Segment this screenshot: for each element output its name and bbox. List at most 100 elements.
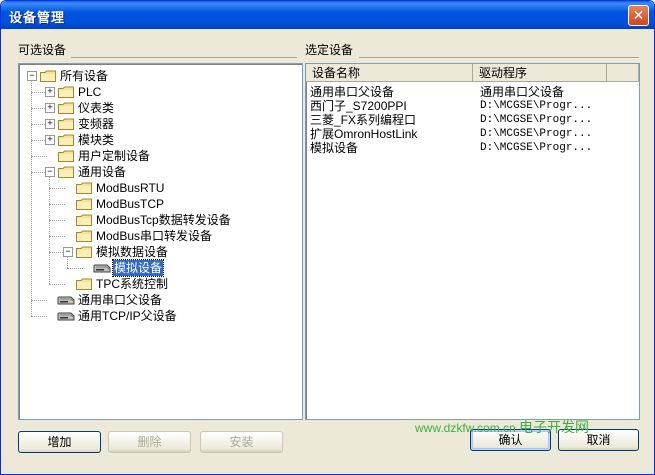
- tree-item-label: ModBus串口转发设备: [96, 229, 213, 243]
- tree-item[interactable]: 通用TCP/IP父设备: [19, 308, 299, 324]
- tree-item[interactable]: − 所有设备: [19, 68, 299, 84]
- device-icon: [57, 311, 75, 321]
- tree-item[interactable]: − 通用设备: [19, 164, 299, 180]
- folder-icon: [58, 134, 74, 146]
- tree-item-label: 通用串口父设备: [78, 293, 163, 307]
- folder-icon: [76, 182, 92, 194]
- watermark-site: 电子开发网: [519, 419, 590, 435]
- column-header-driver[interactable]: 驱动程序: [473, 64, 607, 82]
- selected-devices-list[interactable]: 设备名称 驱动程序 通用串口父设备 通用串口父设备 西门子_S7200PPI D:\M…: [305, 63, 640, 420]
- tree-connector: [31, 156, 47, 157]
- tree-trunk-line: [67, 256, 68, 268]
- device-name-cell: 三菱_FX系列编程口: [310, 113, 417, 127]
- column-header-filler: [607, 64, 639, 82]
- device-icon: [93, 263, 111, 273]
- tree-connector: [49, 236, 65, 237]
- tree-item[interactable]: TPC系统控制: [19, 276, 299, 292]
- tree-item[interactable]: − 模拟数据设备: [19, 244, 299, 260]
- tree-item-label: 模拟数据设备: [96, 245, 169, 259]
- delete-button[interactable]: 删除: [108, 431, 191, 453]
- driver-cell: D:\MCGSE\Progr...: [480, 128, 593, 140]
- tree-item[interactable]: 用户定制设备: [19, 148, 299, 164]
- expand-icon[interactable]: +: [45, 103, 55, 113]
- tree-connector: [49, 220, 65, 221]
- tree-item[interactable]: + 变频器: [19, 116, 299, 132]
- right-label-divider: [359, 57, 639, 58]
- install-button[interactable]: 安装: [200, 431, 283, 453]
- tree-item-label: PLC: [78, 85, 102, 99]
- watermark-url: www.dzkfw.com.cn: [415, 421, 516, 435]
- folder-icon: [76, 214, 92, 226]
- window-title: 设备管理: [9, 10, 66, 25]
- expand-icon[interactable]: +: [45, 119, 55, 129]
- folder-icon: [76, 198, 92, 210]
- driver-cell: D:\MCGSE\Progr...: [480, 100, 593, 112]
- driver-cell: D:\MCGSE\Progr...: [480, 142, 593, 154]
- folder-icon: [58, 102, 74, 114]
- collapse-icon[interactable]: −: [45, 167, 55, 177]
- tree-item-label: 通用TCP/IP父设备: [78, 309, 177, 323]
- tree-item[interactable]: + 模块类: [19, 132, 299, 148]
- folder-icon: [58, 166, 74, 178]
- tree-connector: [49, 284, 65, 285]
- device-manager-window: 设备管理 ✕ 可选设备 选定设备 − 所有设备 + PLC + 仪表类 + 变频器 + 模块类用户…: [0, 0, 655, 475]
- tree-item[interactable]: ModBusTCP: [19, 196, 299, 212]
- tree-item-label: ModBusRTU: [96, 181, 165, 195]
- column-header-device-name[interactable]: 设备名称: [306, 64, 473, 82]
- tree-item[interactable]: 通用串口父设备: [19, 292, 299, 308]
- folder-icon: [76, 278, 92, 290]
- device-icon: [57, 295, 75, 305]
- tree-item-label: 模块类: [78, 133, 115, 147]
- tree-item[interactable]: ModBus串口转发设备: [19, 228, 299, 244]
- list-item[interactable]: 扩展OmronHostLink D:\MCGSE\Progr...: [306, 127, 639, 141]
- folder-icon: [40, 70, 56, 82]
- tree-connector: [49, 188, 65, 189]
- list-item[interactable]: 通用串口父设备 通用串口父设备: [306, 85, 639, 99]
- tree-item[interactable]: 模拟设备: [19, 259, 299, 277]
- folder-icon: [58, 150, 74, 162]
- tree-item-label: 所有设备: [60, 69, 109, 83]
- available-devices-label: 可选设备: [18, 43, 67, 57]
- list-item[interactable]: 三菱_FX系列编程口 D:\MCGSE\Progr...: [306, 113, 639, 127]
- device-name-cell: 通用串口父设备: [310, 85, 395, 99]
- watermark: www.dzkfw.com.cn 电子开发网: [415, 417, 589, 437]
- left-label-divider: [71, 57, 297, 58]
- tree-connector: [67, 268, 83, 269]
- folder-icon: [76, 230, 92, 242]
- selected-devices-label: 选定设备: [305, 43, 354, 57]
- device-name-cell: 模拟设备: [310, 141, 359, 155]
- collapse-icon[interactable]: −: [63, 247, 73, 257]
- add-button[interactable]: 增加: [18, 431, 101, 453]
- tree-connector: [49, 204, 65, 205]
- tree-item-label: 变频器: [78, 117, 115, 131]
- tree-trunk-line: [31, 80, 32, 316]
- expand-icon[interactable]: +: [45, 87, 55, 97]
- folder-icon: [58, 86, 74, 98]
- tree-item[interactable]: + PLC: [19, 84, 299, 100]
- list-item[interactable]: 西门子_S7200PPI D:\MCGSE\Progr...: [306, 99, 639, 113]
- tree-item[interactable]: ModBusTcp数据转发设备: [19, 212, 299, 228]
- list-item[interactable]: 模拟设备 D:\MCGSE\Progr...: [306, 141, 639, 155]
- folder-icon: [58, 118, 74, 130]
- tree-item-label: ModBusTCP: [96, 197, 165, 211]
- collapse-icon[interactable]: −: [27, 71, 37, 81]
- available-devices-tree[interactable]: − 所有设备 + PLC + 仪表类 + 变频器 + 模块类用户定制设备 − 通用设备 ModBusRT…: [18, 63, 303, 420]
- tree-item-label: 模拟设备: [111, 259, 165, 277]
- tree-item-label: 用户定制设备: [78, 149, 151, 163]
- tree-item-label: TPC系统控制: [96, 277, 169, 291]
- tree-connector: [31, 300, 47, 301]
- driver-cell: 通用串口父设备: [480, 85, 565, 99]
- device-name-cell: 扩展OmronHostLink: [310, 127, 418, 141]
- driver-cell: D:\MCGSE\Progr...: [480, 114, 593, 126]
- tree-trunk-line: [49, 176, 50, 284]
- close-button[interactable]: ✕: [628, 5, 649, 26]
- tree-item-label: 仪表类: [78, 101, 115, 115]
- tree-item-label: 通用设备: [78, 165, 127, 179]
- title-bar[interactable]: 设备管理 ✕: [1, 1, 654, 29]
- tree-item[interactable]: ModBusRTU: [19, 180, 299, 196]
- tree-item[interactable]: + 仪表类: [19, 100, 299, 116]
- tree-item-label: ModBusTcp数据转发设备: [96, 213, 231, 227]
- device-name-cell: 西门子_S7200PPI: [310, 99, 407, 113]
- tree-connector: [31, 316, 47, 317]
- expand-icon[interactable]: +: [45, 135, 55, 145]
